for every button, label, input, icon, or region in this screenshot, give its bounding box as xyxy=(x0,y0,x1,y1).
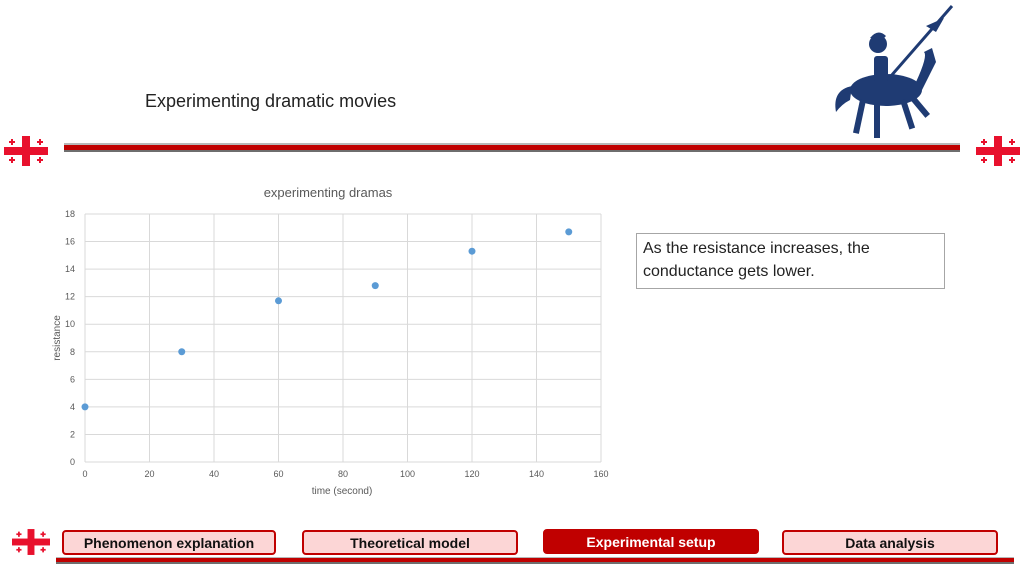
y-tick-label: 2 xyxy=(70,429,75,439)
footer-divider xyxy=(56,557,1014,564)
y-tick-label: 8 xyxy=(70,347,75,357)
y-tick-label: 14 xyxy=(65,264,75,274)
y-tick-label: 16 xyxy=(65,237,75,247)
x-tick-label: 80 xyxy=(338,469,348,479)
data-point xyxy=(468,247,476,255)
tab-data-analysis[interactable]: Data analysis xyxy=(782,530,998,555)
x-axis-label: time (second) xyxy=(312,486,373,497)
chart-gridlines xyxy=(84,213,602,463)
observation-note: As the resistance increases, the conduct… xyxy=(636,233,945,289)
page-title: Experimenting dramatic movies xyxy=(145,91,397,111)
tab-phenomenon-explanation[interactable]: Phenomenon explanation xyxy=(62,530,276,555)
data-point xyxy=(565,228,573,236)
y-tick-label: 18 xyxy=(65,209,75,219)
scatter-chart: experimenting dramas 0 2 4 6 8 10 12 14 16 18 0 20 4… xyxy=(52,185,609,497)
y-tick-label: 0 xyxy=(70,457,75,467)
georgian-flag-icon xyxy=(12,529,50,555)
georgian-flag-icon xyxy=(976,136,1020,166)
x-tick-label: 40 xyxy=(209,469,219,479)
x-tick-label: 120 xyxy=(464,469,479,479)
x-tick-label: 160 xyxy=(593,469,608,479)
data-point xyxy=(275,297,282,305)
x-tick-label: 20 xyxy=(144,469,154,479)
chart-tick-labels: 0 2 4 6 8 10 12 14 16 18 0 20 40 60 80 100 120 140 160 xyxy=(65,209,609,479)
x-tick-label: 140 xyxy=(529,469,544,479)
tab-theoretical-model[interactable]: Theoretical model xyxy=(302,530,518,555)
chart-points xyxy=(81,228,573,411)
knight-logo xyxy=(835,5,954,138)
chart-title: experimenting dramas xyxy=(264,185,393,200)
tab-experimental-setup[interactable]: Experimental setup xyxy=(543,529,759,554)
x-tick-label: 100 xyxy=(400,469,415,479)
y-axis-label: resistance xyxy=(52,315,63,361)
x-tick-label: 60 xyxy=(273,469,283,479)
data-point xyxy=(178,348,186,356)
georgian-flag-icon xyxy=(4,136,48,166)
x-tick-label: 0 xyxy=(82,469,87,479)
header-divider xyxy=(64,143,960,152)
y-tick-label: 6 xyxy=(70,374,75,384)
data-point xyxy=(81,403,89,411)
y-tick-label: 10 xyxy=(65,319,75,329)
y-tick-label: 4 xyxy=(70,402,75,412)
y-tick-label: 12 xyxy=(65,292,75,302)
data-point xyxy=(371,282,379,290)
